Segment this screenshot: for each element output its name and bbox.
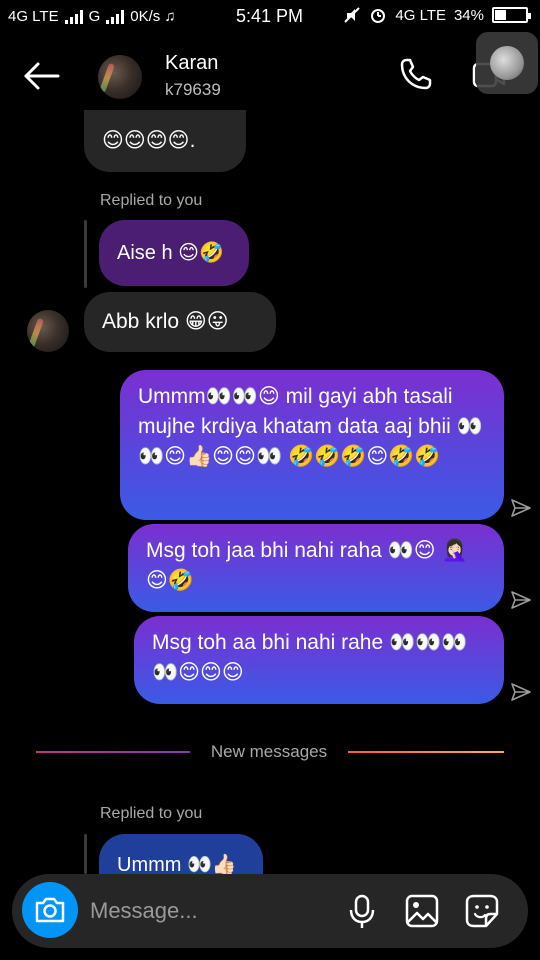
camera-button[interactable] bbox=[22, 882, 78, 938]
sender-avatar[interactable] bbox=[27, 310, 69, 352]
new-messages-divider-right bbox=[348, 751, 504, 753]
message-text: Msg toh jaa bhi nahi raha 👀😊 🤦🏻‍♀️😊🤣 bbox=[146, 539, 468, 592]
replied-message-bubble[interactable]: Aise h 😊🤣 bbox=[99, 220, 249, 286]
message-input[interactable] bbox=[90, 894, 330, 928]
signal-strength-icon-2 bbox=[106, 9, 125, 24]
new-messages-divider-left bbox=[36, 751, 190, 753]
contact-username[interactable]: k79639 bbox=[165, 80, 221, 100]
system-indicators: 4G LTE 34% bbox=[343, 6, 531, 24]
network-type-label-3: 4G LTE bbox=[395, 6, 446, 24]
battery-percent: 34% bbox=[453, 6, 484, 24]
outgoing-message-bubble[interactable]: Ummm👀👀😊 mil gayi abh tasali mujhe krdiya… bbox=[120, 370, 504, 520]
data-speed: 0K/s ♫ bbox=[130, 8, 176, 25]
silent-mode-icon bbox=[344, 7, 361, 23]
message-text: Abb krlo 😁😛 bbox=[102, 310, 229, 333]
new-messages-label: New messages bbox=[210, 742, 328, 761]
replied-message-bubble[interactable]: Ummm 👀👍🏻 bbox=[99, 834, 263, 876]
sent-icon bbox=[511, 499, 531, 517]
microphone-icon[interactable] bbox=[344, 892, 380, 930]
battery-icon bbox=[492, 7, 531, 23]
clock: 5:41 PM bbox=[236, 6, 304, 26]
reply-indicator-bar bbox=[84, 220, 87, 288]
signal-strength-icon bbox=[64, 9, 83, 24]
incoming-message-bubble[interactable]: Abb krlo 😁😛 bbox=[84, 292, 276, 352]
network-indicators: 4G LTE G 0K/s ♫ bbox=[8, 8, 176, 25]
camera-icon bbox=[35, 897, 65, 923]
incoming-message-bubble[interactable]: 😊😊😊😊. bbox=[84, 110, 246, 172]
reply-context-label: Replied to you bbox=[100, 192, 203, 209]
floating-overlay-bubble[interactable] bbox=[476, 32, 538, 94]
outgoing-message-bubble[interactable]: Msg toh aa bhi nahi rahe 👀👀👀 👀😊😊😊 bbox=[134, 616, 504, 704]
phone-icon[interactable] bbox=[398, 56, 434, 92]
contact-avatar[interactable] bbox=[98, 55, 142, 99]
reply-indicator-bar bbox=[84, 834, 87, 874]
alarm-icon bbox=[371, 9, 386, 23]
back-arrow-icon[interactable] bbox=[20, 60, 60, 92]
message-text: 😊😊😊😊. bbox=[102, 129, 196, 152]
replied-message-text: Aise h 😊🤣 bbox=[117, 242, 224, 264]
message-composer bbox=[12, 874, 528, 948]
gallery-icon[interactable] bbox=[404, 892, 440, 930]
contact-name[interactable]: Karan bbox=[165, 52, 218, 75]
battery-fill bbox=[495, 10, 506, 20]
network-type-label-2: G bbox=[88, 8, 101, 25]
sent-icon bbox=[511, 591, 531, 609]
reply-context-label: Replied to you bbox=[100, 805, 203, 822]
overlay-icon bbox=[490, 46, 524, 80]
sticker-icon[interactable] bbox=[464, 892, 500, 930]
outgoing-message-bubble[interactable]: Msg toh jaa bhi nahi raha 👀😊 🤦🏻‍♀️😊🤣 bbox=[128, 524, 504, 612]
status-bar: 4G LTE G 0K/s ♫ 5:41 PM 4G LTE 34% bbox=[0, 0, 540, 34]
message-text: Msg toh aa bhi nahi rahe 👀👀👀 👀😊😊😊 bbox=[152, 631, 468, 684]
network-type-label: 4G LTE bbox=[8, 8, 59, 25]
message-text: Ummm👀👀😊 mil gayi abh tasali mujhe krdiya… bbox=[138, 385, 483, 468]
chat-header: Karan k79639 bbox=[0, 34, 540, 118]
sent-icon bbox=[511, 683, 531, 701]
